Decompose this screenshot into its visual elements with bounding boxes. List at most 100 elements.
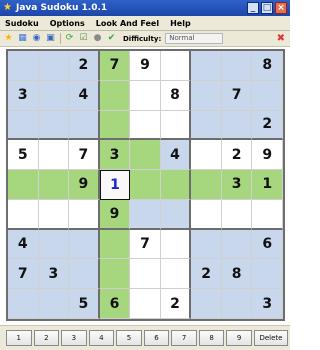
sudoku-cell[interactable]	[191, 199, 222, 230]
sudoku-cell[interactable]: 7	[8, 259, 39, 290]
sudoku-cell[interactable]	[38, 140, 70, 171]
sudoku-cell[interactable]: 8	[160, 80, 192, 111]
sudoku-cell[interactable]	[99, 80, 131, 111]
sudoku-cell[interactable]	[99, 259, 131, 290]
sudoku-cell[interactable]	[191, 289, 222, 319]
delete-button[interactable]: Delete	[253, 330, 288, 346]
sudoku-cell[interactable]	[191, 170, 222, 200]
close-icon[interactable]: ✖	[277, 33, 285, 44]
sudoku-cell[interactable]	[38, 199, 70, 230]
sudoku-cell[interactable]	[38, 229, 70, 260]
sudoku-cell[interactable]: 1	[99, 170, 131, 200]
sudoku-cell[interactable]: 7	[69, 140, 100, 171]
sudoku-cell[interactable]	[191, 51, 222, 81]
sudoku-cell[interactable]	[221, 51, 253, 81]
sudoku-cell[interactable]	[8, 289, 39, 319]
sudoku-cell[interactable]	[160, 110, 192, 141]
sudoku-cell[interactable]	[8, 51, 39, 81]
sudoku-cell[interactable]	[99, 110, 131, 141]
maximize-button[interactable]: □	[261, 2, 273, 14]
sudoku-cell[interactable]	[160, 51, 192, 81]
minimize-button[interactable]: _	[247, 2, 259, 14]
sudoku-cell[interactable]	[8, 199, 39, 230]
sudoku-cell[interactable]	[160, 199, 192, 230]
sudoku-cell[interactable]	[252, 80, 283, 111]
difficulty-select[interactable]: Normal	[165, 33, 224, 44]
sudoku-cell[interactable]	[38, 289, 70, 319]
sudoku-cell[interactable]	[38, 110, 70, 141]
sudoku-cell[interactable]	[221, 199, 253, 230]
sudoku-cell[interactable]: 3	[8, 80, 39, 111]
sudoku-cell[interactable]: 4	[8, 229, 39, 260]
sudoku-cell[interactable]: 9	[69, 170, 100, 200]
sudoku-cell[interactable]: 9	[99, 199, 131, 230]
sudoku-cell[interactable]: 2	[191, 259, 222, 290]
sudoku-cell[interactable]: 2	[160, 289, 192, 319]
sudoku-cell[interactable]	[252, 199, 283, 230]
menu-help[interactable]: Help	[170, 19, 191, 28]
sudoku-cell[interactable]	[160, 259, 192, 290]
sudoku-cell[interactable]	[130, 289, 161, 319]
sudoku-cell[interactable]	[191, 80, 222, 111]
menu-options[interactable]: Options	[50, 19, 85, 28]
sudoku-cell[interactable]: 2	[221, 140, 253, 171]
number-button[interactable]: 1	[6, 330, 32, 346]
sudoku-cell[interactable]: 3	[99, 140, 131, 171]
number-button[interactable]: 4	[88, 330, 115, 346]
window-close-button[interactable]: ×	[275, 2, 287, 14]
sudoku-cell[interactable]	[252, 259, 283, 290]
sudoku-cell[interactable]	[69, 259, 100, 290]
number-button[interactable]: 9	[226, 330, 252, 346]
sudoku-cell[interactable]	[8, 170, 39, 200]
sudoku-cell[interactable]: 5	[8, 140, 39, 171]
sudoku-cell[interactable]: 3	[38, 259, 70, 290]
sudoku-cell[interactable]	[130, 110, 161, 141]
sudoku-cell[interactable]	[130, 199, 161, 230]
sudoku-cell[interactable]	[38, 170, 70, 200]
sudoku-cell[interactable]: 2	[252, 110, 283, 141]
sudoku-cell[interactable]	[38, 51, 70, 81]
sudoku-cell[interactable]: 6	[99, 289, 131, 319]
sudoku-cell[interactable]	[130, 140, 161, 171]
sudoku-cell[interactable]: 9	[130, 51, 161, 81]
sudoku-cell[interactable]	[8, 110, 39, 141]
sudoku-cell[interactable]	[99, 229, 131, 260]
sudoku-cell[interactable]	[130, 170, 161, 200]
sudoku-cell[interactable]	[160, 229, 192, 260]
circle-icon[interactable]: ◉	[31, 33, 42, 44]
number-button[interactable]: 8	[198, 330, 225, 346]
number-button[interactable]: 5	[116, 330, 142, 346]
sudoku-cell[interactable]: 4	[69, 80, 100, 111]
sudoku-cell[interactable]	[130, 259, 161, 290]
refresh-icon[interactable]: ⟳	[64, 33, 75, 44]
sudoku-cell[interactable]: 4	[160, 140, 192, 171]
star-icon[interactable]: ★	[3, 33, 14, 44]
check-icon[interactable]: ✔	[106, 33, 117, 44]
sudoku-cell[interactable]: 9	[252, 140, 283, 171]
number-button[interactable]: 2	[33, 330, 60, 346]
sudoku-cell[interactable]	[130, 80, 161, 111]
sudoku-cell[interactable]	[221, 229, 253, 260]
number-button[interactable]: 6	[143, 330, 170, 346]
sudoku-cell[interactable]	[69, 229, 100, 260]
number-button[interactable]: 7	[171, 330, 197, 346]
sudoku-cell[interactable]: 8	[221, 259, 253, 290]
sudoku-cell[interactable]	[191, 110, 222, 141]
sudoku-cell[interactable]: 6	[252, 229, 283, 260]
menu-look-and-feel[interactable]: Look And Feel	[96, 19, 159, 28]
sudoku-cell[interactable]: 3	[221, 170, 253, 200]
sudoku-cell[interactable]: 5	[69, 289, 100, 319]
sudoku-cell[interactable]	[69, 110, 100, 141]
sudoku-cell[interactable]	[191, 229, 222, 260]
record-icon[interactable]: ●	[92, 33, 103, 44]
sudoku-cell[interactable]	[160, 170, 192, 200]
sudoku-cell[interactable]: 8	[252, 51, 283, 81]
sudoku-cell[interactable]	[38, 80, 70, 111]
sudoku-cell[interactable]	[221, 289, 253, 319]
sudoku-cell[interactable]: 7	[221, 80, 253, 111]
sudoku-cell[interactable]: 3	[252, 289, 283, 319]
checkbox-icon[interactable]: ☑	[78, 33, 89, 44]
sudoku-cell[interactable]	[221, 110, 253, 141]
sudoku-cell[interactable]: 7	[130, 229, 161, 260]
sudoku-cell[interactable]	[69, 199, 100, 230]
